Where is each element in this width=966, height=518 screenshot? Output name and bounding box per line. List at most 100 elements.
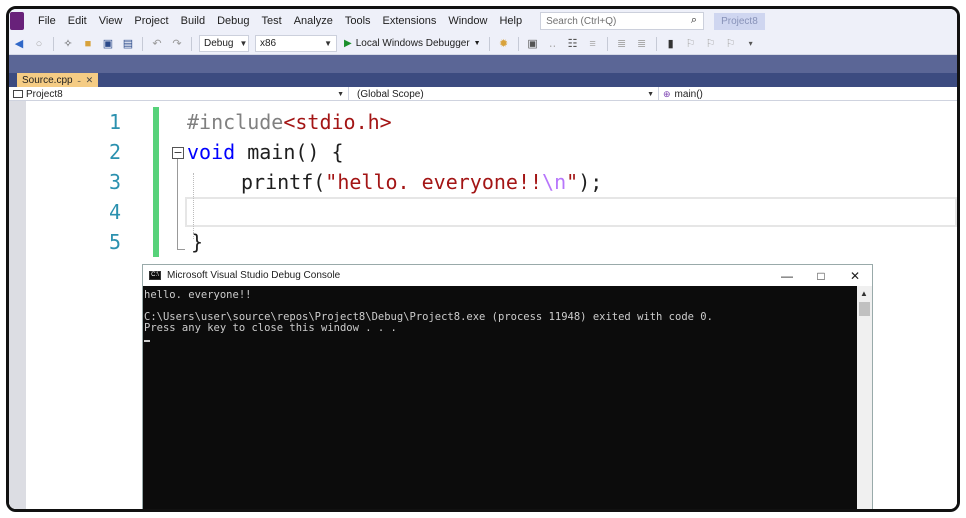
document-tab-row: Source.cpp ˗ ✕ [9,73,957,87]
hot-reload-icon[interactable]: ✹ [496,36,512,52]
window-band [9,55,957,73]
menu-extensions[interactable]: Extensions [377,15,443,27]
change-marker [153,227,159,257]
menu-edit[interactable]: Edit [62,15,93,27]
navigation-bar: Project8 ▼ (Global Scope) ▼ ⊕ main() [9,87,957,101]
change-marker [153,197,159,227]
chevron-down-icon: ▼ [324,39,332,48]
standard-toolbar: ◀ ○ ✧ ■ ▣ ▤ ↶ ↷ Debug ▼ x86 ▼ ▶ Local Wi… [9,33,957,55]
console-title-bar[interactable]: C:\ Microsoft Visual Studio Debug Consol… [143,265,872,286]
uncomment-icon[interactable]: ≣ [634,36,650,52]
visual-studio-logo-icon [10,12,24,30]
bookmark-icon[interactable]: ▮ [663,36,679,52]
indent-guide [193,173,194,239]
code-line-1: 1 #include<stdio.h> [9,107,957,137]
member-label: main() [674,88,703,100]
toolbar-separator [53,36,54,51]
outline-line [177,159,178,249]
code-line-4: 4 [9,197,957,227]
scroll-up-icon[interactable]: ▲ [860,289,868,298]
menu-window[interactable]: Window [442,15,493,27]
toolbar-overflow-icon[interactable]: ▾ [743,36,759,52]
menu-test[interactable]: Test [256,15,288,27]
menu-help[interactable]: Help [493,15,528,27]
console-line: Press any key to close this window . . . [144,322,397,334]
console-line: hello. everyone!! [144,289,252,301]
function-icon: ⊕ [663,88,671,99]
project-dropdown[interactable]: Project8 ▼ [9,87,349,101]
save-all-icon[interactable]: ▤ [120,36,136,52]
platform-select[interactable]: x86 ▼ [255,35,337,52]
change-marker [153,107,159,137]
chevron-down-icon: ▼ [473,40,481,47]
menu-view[interactable]: View [93,15,129,27]
scroll-thumb[interactable] [859,302,870,316]
debug-console-window[interactable]: C:\ Microsoft Visual Studio Debug Consol… [142,264,873,509]
tab-source-cpp[interactable]: Source.cpp ˗ ✕ [17,73,99,87]
redo-icon[interactable]: ↷ [169,36,185,52]
menu-debug[interactable]: Debug [211,15,255,27]
menu-tools[interactable]: Tools [339,15,377,27]
project-name-badge: Project8 [714,12,765,30]
debugger-label: Local Windows Debugger [355,38,470,49]
code-text: printf("hello. everyone!!\n"); [241,170,603,194]
line-number: 3 [108,170,122,194]
align-icon[interactable]: ≡ [585,36,601,52]
screenshot-icon[interactable]: ▣ [525,36,541,52]
code-line-5: 5 } [9,227,957,257]
toolbar-separator [142,36,143,51]
close-icon[interactable]: ✕ [86,75,94,86]
toolbar-separator [655,36,657,51]
change-marker [153,137,159,167]
save-icon[interactable]: ▣ [100,36,116,52]
clear-bookmarks-icon[interactable]: ⚐ [723,36,739,52]
next-bookmark-icon[interactable]: ⚐ [703,36,719,52]
minimize-button[interactable]: — [770,265,804,286]
code-line-2: 2 − void main() { [9,137,957,167]
pin-icon[interactable]: ˗ [78,75,81,85]
toolbar-separator [488,36,490,51]
search-placeholder: Search (Ctrl+Q) [546,15,617,27]
solution-explorer-icon[interactable]: ☷ [565,36,581,52]
code-text: void main() { [187,140,344,164]
scope-dropdown[interactable]: (Global Scope) ▼ [349,87,659,101]
new-project-icon[interactable]: ✧ [60,36,76,52]
open-file-icon[interactable]: ■ [80,36,96,52]
toolbar-separator [191,36,192,51]
toolbar-separator [517,36,519,51]
console-title: Microsoft Visual Studio Debug Console [167,270,341,281]
menu-bar: File Edit View Project Build Debug Test … [9,9,957,33]
navigate-forward-icon[interactable]: ○ [31,36,47,52]
outline-end [177,249,185,250]
menu-project[interactable]: Project [128,15,174,27]
previous-bookmark-icon[interactable]: ⚐ [683,36,699,52]
menu-file[interactable]: File [32,15,62,27]
platform-value: x86 [260,38,277,49]
toolbar-separator [606,36,608,51]
console-scrollbar[interactable]: ▲ [857,286,872,509]
tab-label: Source.cpp [22,74,73,86]
line-number: 1 [108,110,122,134]
step-over-icon[interactable]: ‥ [545,36,561,52]
menu-build[interactable]: Build [175,15,211,27]
configuration-value: Debug [204,38,234,49]
comment-icon[interactable]: ≣ [614,36,630,52]
search-input[interactable]: Search (Ctrl+Q) ⌕ [540,12,705,30]
maximize-button[interactable]: □ [804,265,838,286]
chevron-down-icon: ▼ [337,90,344,98]
menu-analyze[interactable]: Analyze [288,15,339,27]
undo-icon[interactable]: ↶ [149,36,165,52]
close-button[interactable]: ✕ [838,265,872,286]
console-cursor [144,334,856,345]
code-text: #include<stdio.h> [187,110,392,134]
line-number: 5 [108,230,122,254]
member-dropdown[interactable]: ⊕ main() [659,87,957,101]
console-output: hello. everyone!! C:\Users\user\source\re… [143,286,857,509]
line-number: 4 [108,200,122,224]
play-icon: ▶ [344,38,352,49]
start-debugging-button[interactable]: ▶ Local Windows Debugger ▼ [344,38,481,49]
console-app-icon: C:\ [149,271,161,280]
navigate-back-icon[interactable]: ◀ [11,36,27,52]
configuration-select[interactable]: Debug ▼ [199,35,249,52]
collapse-icon[interactable]: − [172,147,184,159]
